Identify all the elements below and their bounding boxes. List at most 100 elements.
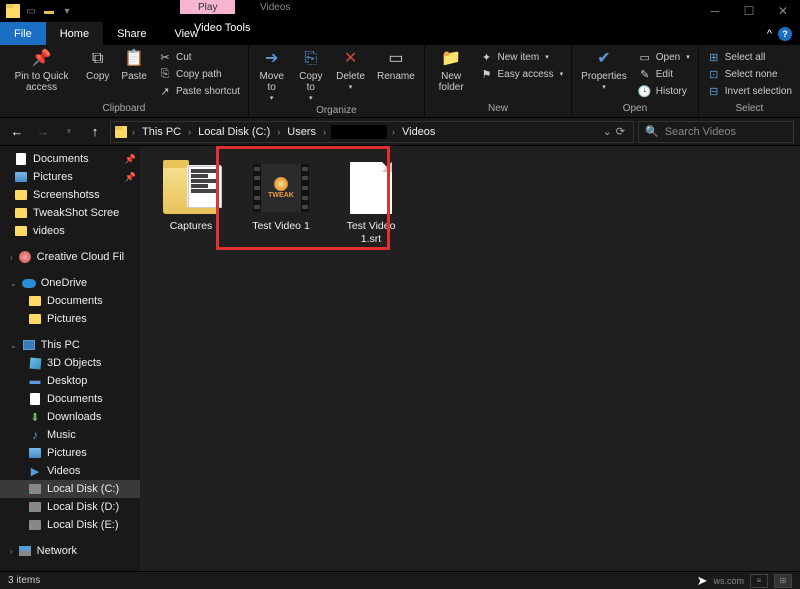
tree-od-pictures[interactable]: Pictures: [0, 310, 140, 328]
pin-quick-access-button[interactable]: 📌Pin to Quick access: [4, 47, 79, 95]
tree-local-disk-e[interactable]: Local Disk (E:): [0, 516, 140, 534]
chevron-right-icon[interactable]: ›: [320, 127, 329, 137]
tree-documents-qa[interactable]: Documents📌: [0, 150, 140, 168]
tree-creative-cloud[interactable]: ›Creative Cloud Fil: [0, 248, 140, 266]
tab-video-tools[interactable]: Video Tools: [180, 22, 264, 34]
group-label-organize: Organize: [253, 105, 420, 117]
move-to-button[interactable]: ➔Move to▾: [253, 47, 291, 105]
group-label-select: Select: [703, 103, 796, 115]
content-pane[interactable]: Captures TWEAK Test Video 1 Test Video 1…: [140, 146, 800, 571]
qat-properties-icon[interactable]: ▭: [24, 4, 38, 18]
new-folder-button[interactable]: 📁New folder: [429, 47, 474, 95]
edit-button[interactable]: ✎Edit: [634, 66, 694, 82]
address-bar: ← → ▾ ↑ › This PC › Local Disk (C:) › Us…: [0, 118, 800, 146]
item-label: Test Video 1.srt: [336, 220, 406, 245]
refresh-icon[interactable]: ⟳: [616, 125, 625, 138]
help-icon[interactable]: ?: [778, 27, 792, 41]
main-area: Documents📌 Pictures📌 Screenshotss TweakS…: [0, 146, 800, 571]
app-icon: [6, 4, 20, 18]
select-all-button[interactable]: ⊞Select all: [703, 49, 796, 65]
recent-button[interactable]: ▾: [58, 121, 80, 143]
tree-onedrive[interactable]: ⌄OneDrive: [0, 274, 140, 292]
tree-network[interactable]: ›Network: [0, 542, 140, 560]
back-button[interactable]: ←: [6, 121, 28, 143]
cut-button[interactable]: ✂Cut: [154, 49, 244, 65]
chevron-right-icon[interactable]: ›: [129, 127, 138, 137]
tree-downloads[interactable]: ⬇Downloads: [0, 408, 140, 426]
tree-pictures-qa[interactable]: Pictures📌: [0, 168, 140, 186]
ribbon-group-select: ⊞Select all ⊡Select none ⊟Invert selecti…: [699, 45, 800, 117]
copy-to-button[interactable]: ⎘Copy to▾: [292, 47, 329, 105]
tree-3d-objects[interactable]: 3D Objects: [0, 354, 140, 372]
delete-button[interactable]: ✕Delete▾: [331, 47, 370, 94]
chevron-right-icon[interactable]: ›: [274, 127, 283, 137]
select-none-button[interactable]: ⊡Select none: [703, 66, 796, 82]
tab-home[interactable]: Home: [46, 22, 103, 45]
open-button[interactable]: ▭Open▾: [634, 49, 694, 65]
ribbon-group-open: ✔Properties▾ ▭Open▾ ✎Edit 🕓History Open: [572, 45, 699, 117]
titlebar: ▭ ▬ ▾ Play Videos ─ ☐ ✕: [0, 0, 800, 22]
copy-button[interactable]: ⧉Copy: [81, 47, 114, 84]
tree-documents[interactable]: Documents: [0, 390, 140, 408]
qat-dropdown-icon[interactable]: ▾: [60, 4, 74, 18]
new-item-button[interactable]: ✦New item▾: [476, 49, 568, 65]
rename-button[interactable]: ▭Rename: [372, 47, 420, 84]
breadcrumb[interactable]: › This PC › Local Disk (C:) › Users › › …: [110, 121, 634, 143]
item-test-video-srt[interactable]: Test Video 1.srt: [332, 158, 410, 249]
history-button[interactable]: 🕓History: [634, 83, 694, 99]
chevron-right-icon[interactable]: ›: [185, 127, 194, 137]
watermark: ws.com: [713, 576, 744, 586]
close-button[interactable]: ✕: [766, 0, 800, 22]
up-button[interactable]: ↑: [84, 121, 106, 143]
cursor-icon: ➤: [697, 573, 708, 589]
crumb-drive[interactable]: Local Disk (C:): [196, 126, 272, 138]
status-bar: 3 items ➤ ws.com ≡ ⊞: [0, 571, 800, 589]
group-label-new: New: [429, 103, 567, 115]
item-test-video-1[interactable]: TWEAK Test Video 1: [242, 158, 320, 237]
ribbon-tabs: File Home Share View Video Tools ^ ?: [0, 22, 800, 45]
navigation-tree[interactable]: Documents📌 Pictures📌 Screenshotss TweakS…: [0, 146, 140, 571]
address-dropdown-icon[interactable]: ⌄: [603, 125, 612, 138]
tab-file[interactable]: File: [0, 22, 46, 45]
item-label: Captures: [170, 220, 213, 233]
ribbon-group-organize: ➔Move to▾ ⎘Copy to▾ ✕Delete▾ ▭Rename Org…: [249, 45, 425, 117]
paste-button[interactable]: 📋Paste: [116, 47, 152, 84]
tree-od-documents[interactable]: Documents: [0, 292, 140, 310]
properties-button[interactable]: ✔Properties▾: [576, 47, 632, 94]
invert-selection-button[interactable]: ⊟Invert selection: [703, 83, 796, 99]
crumb-videos[interactable]: Videos: [400, 126, 437, 138]
crumb-users[interactable]: Users: [285, 126, 318, 138]
easy-access-button[interactable]: ⚑Easy access▾: [476, 66, 568, 82]
tree-desktop[interactable]: ▬Desktop: [0, 372, 140, 390]
item-label: Test Video 1: [252, 220, 310, 233]
paste-shortcut-button[interactable]: ↗Paste shortcut: [154, 83, 244, 99]
view-large-icons-icon[interactable]: ⊞: [774, 574, 792, 588]
tree-screenshots[interactable]: Screenshotss: [0, 186, 140, 204]
tree-this-pc[interactable]: ⌄This PC: [0, 336, 140, 354]
forward-button[interactable]: →: [32, 121, 54, 143]
tree-local-disk-c[interactable]: Local Disk (C:): [0, 480, 140, 498]
tree-videos[interactable]: ▶Videos: [0, 462, 140, 480]
context-title: Videos: [252, 0, 298, 15]
minimize-button[interactable]: ─: [698, 0, 732, 22]
search-placeholder: Search Videos: [665, 126, 736, 138]
qat-new-folder-icon[interactable]: ▬: [42, 4, 56, 18]
maximize-button[interactable]: ☐: [732, 0, 766, 22]
view-details-icon[interactable]: ≡: [750, 574, 768, 588]
tree-videos-qa[interactable]: videos: [0, 222, 140, 240]
search-input[interactable]: 🔍 Search Videos: [638, 121, 794, 143]
ribbon: 📌Pin to Quick access ⧉Copy 📋Paste ✂Cut ⎘…: [0, 45, 800, 118]
tree-tweakshot[interactable]: TweakShot Scree: [0, 204, 140, 222]
group-label-clipboard: Clipboard: [4, 103, 244, 115]
item-captures[interactable]: Captures: [152, 158, 230, 237]
context-tab-play[interactable]: Play: [180, 0, 235, 14]
tree-local-disk-d[interactable]: Local Disk (D:): [0, 498, 140, 516]
crumb-this-pc[interactable]: This PC: [140, 126, 183, 138]
tree-music[interactable]: ♪Music: [0, 426, 140, 444]
tab-share[interactable]: Share: [103, 22, 160, 45]
copy-path-button[interactable]: ⎘Copy path: [154, 66, 244, 82]
crumb-redacted: [331, 125, 387, 139]
ribbon-collapse-icon[interactable]: ^: [767, 28, 772, 40]
tree-pictures[interactable]: Pictures: [0, 444, 140, 462]
chevron-right-icon[interactable]: ›: [389, 127, 398, 137]
